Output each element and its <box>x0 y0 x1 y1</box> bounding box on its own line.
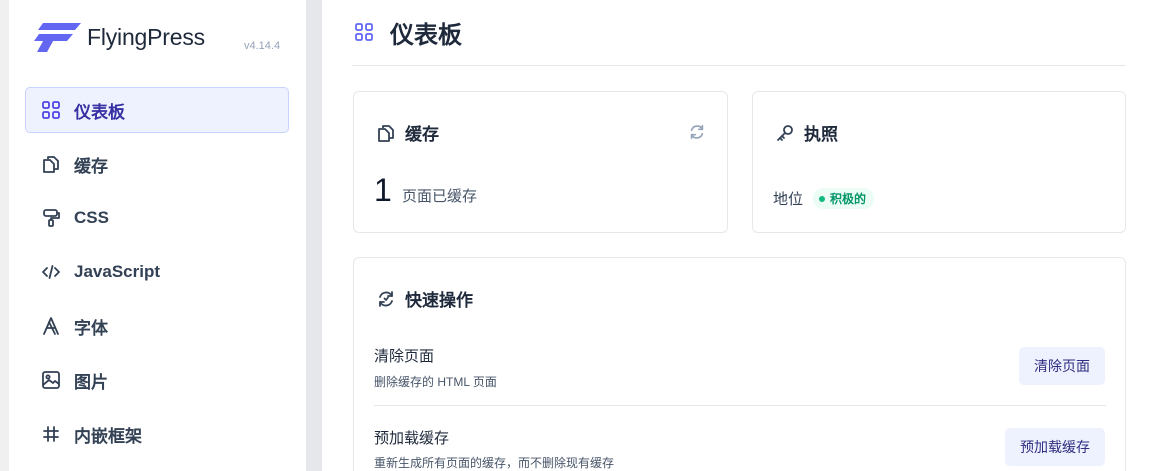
sidebar-gutter <box>306 0 322 471</box>
license-card: 执照 地位 积极的 <box>752 91 1126 233</box>
sidebar-item-label: 缓存 <box>74 156 108 176</box>
card-header: 快速操作 <box>376 286 473 311</box>
divider <box>374 405 1106 406</box>
grid-icon <box>354 22 374 42</box>
main-content: 仪表板 缓存 1 页面已缓存 执照 地位 积极的 快速操作 清除页面 删除缓存的… <box>322 0 1157 471</box>
sidebar-item-cache[interactable]: 缓存 <box>25 141 289 187</box>
app-name: FlyingPress <box>87 23 205 50</box>
status-badge: 积极的 <box>813 188 875 209</box>
status-value: 积极的 <box>830 192 867 206</box>
app-version: v4.14.4 <box>244 40 281 52</box>
sidebar-item-css[interactable]: CSS <box>25 195 289 241</box>
cached-pages-label: 页面已缓存 <box>402 188 478 205</box>
card-header: 执照 <box>775 120 838 145</box>
sidebar-item-label: 仪表板 <box>74 102 125 122</box>
license-status-row: 地位 积极的 <box>773 188 875 209</box>
sidebar-item-dashboard[interactable]: 仪表板 <box>25 87 289 133</box>
sidebar-item-javascript[interactable]: JavaScript <box>25 249 289 295</box>
preload-cache-title: 预加载缓存 <box>374 430 450 447</box>
hash-icon <box>40 423 62 445</box>
sidebar-item-label: 内嵌框架 <box>74 426 142 446</box>
copy-icon <box>376 123 396 143</box>
flyingpress-logo-icon <box>34 23 81 52</box>
page-title: 仪表板 <box>390 21 462 49</box>
preload-cache-description: 重新生成所有页面的缓存，而不删除现有缓存 <box>374 456 615 470</box>
refresh-icon <box>688 123 706 141</box>
font-icon <box>40 315 62 337</box>
refresh-cache-button[interactable] <box>687 122 707 142</box>
left-edge-strip <box>0 0 9 471</box>
app-logo[interactable]: FlyingPress <box>33 20 205 54</box>
purge-pages-description: 删除缓存的 HTML 页面 <box>374 375 497 389</box>
sidebar-nav: 仪表板 缓存 CSS JavaScript 字体 图片 内嵌框架 <box>25 87 289 465</box>
sidebar-item-fonts[interactable]: 字体 <box>25 303 289 349</box>
divider <box>352 65 1126 66</box>
sidebar-item-images[interactable]: 图片 <box>25 357 289 403</box>
purge-pages-title: 清除页面 <box>374 348 435 365</box>
copy-icon <box>40 153 62 175</box>
quick-actions-card: 快速操作 清除页面 删除缓存的 HTML 页面 清除页面 预加载缓存 重新生成所… <box>353 257 1126 471</box>
card-title: 执照 <box>804 125 838 144</box>
status-dot <box>819 195 826 202</box>
cache-card: 缓存 1 页面已缓存 <box>353 91 728 233</box>
key-icon <box>775 123 795 143</box>
status-label: 地位 <box>773 191 804 208</box>
image-icon <box>40 369 62 391</box>
preload-cache-button[interactable]: 预加载缓存 <box>1005 428 1105 466</box>
card-title: 缓存 <box>405 125 439 144</box>
sidebar-item-label: 字体 <box>74 318 108 338</box>
sidebar: FlyingPress v4.14.4 仪表板 缓存 CSS JavaScrip <box>9 0 306 471</box>
code-icon <box>40 261 62 283</box>
page-header: 仪表板 <box>354 16 462 49</box>
card-title: 快速操作 <box>405 291 473 310</box>
card-header: 缓存 <box>376 120 439 145</box>
cached-pages-count: 1 <box>374 172 392 208</box>
sidebar-item-label: JavaScript <box>74 262 160 281</box>
refresh-icon <box>376 289 396 309</box>
sidebar-item-label: CSS <box>74 208 109 227</box>
purge-pages-button[interactable]: 清除页面 <box>1019 347 1105 385</box>
sidebar-item-label: 图片 <box>74 372 108 392</box>
sidebar-item-iframes[interactable]: 内嵌框架 <box>25 411 289 457</box>
grid-icon <box>40 99 62 121</box>
paint-roller-icon <box>40 207 62 229</box>
